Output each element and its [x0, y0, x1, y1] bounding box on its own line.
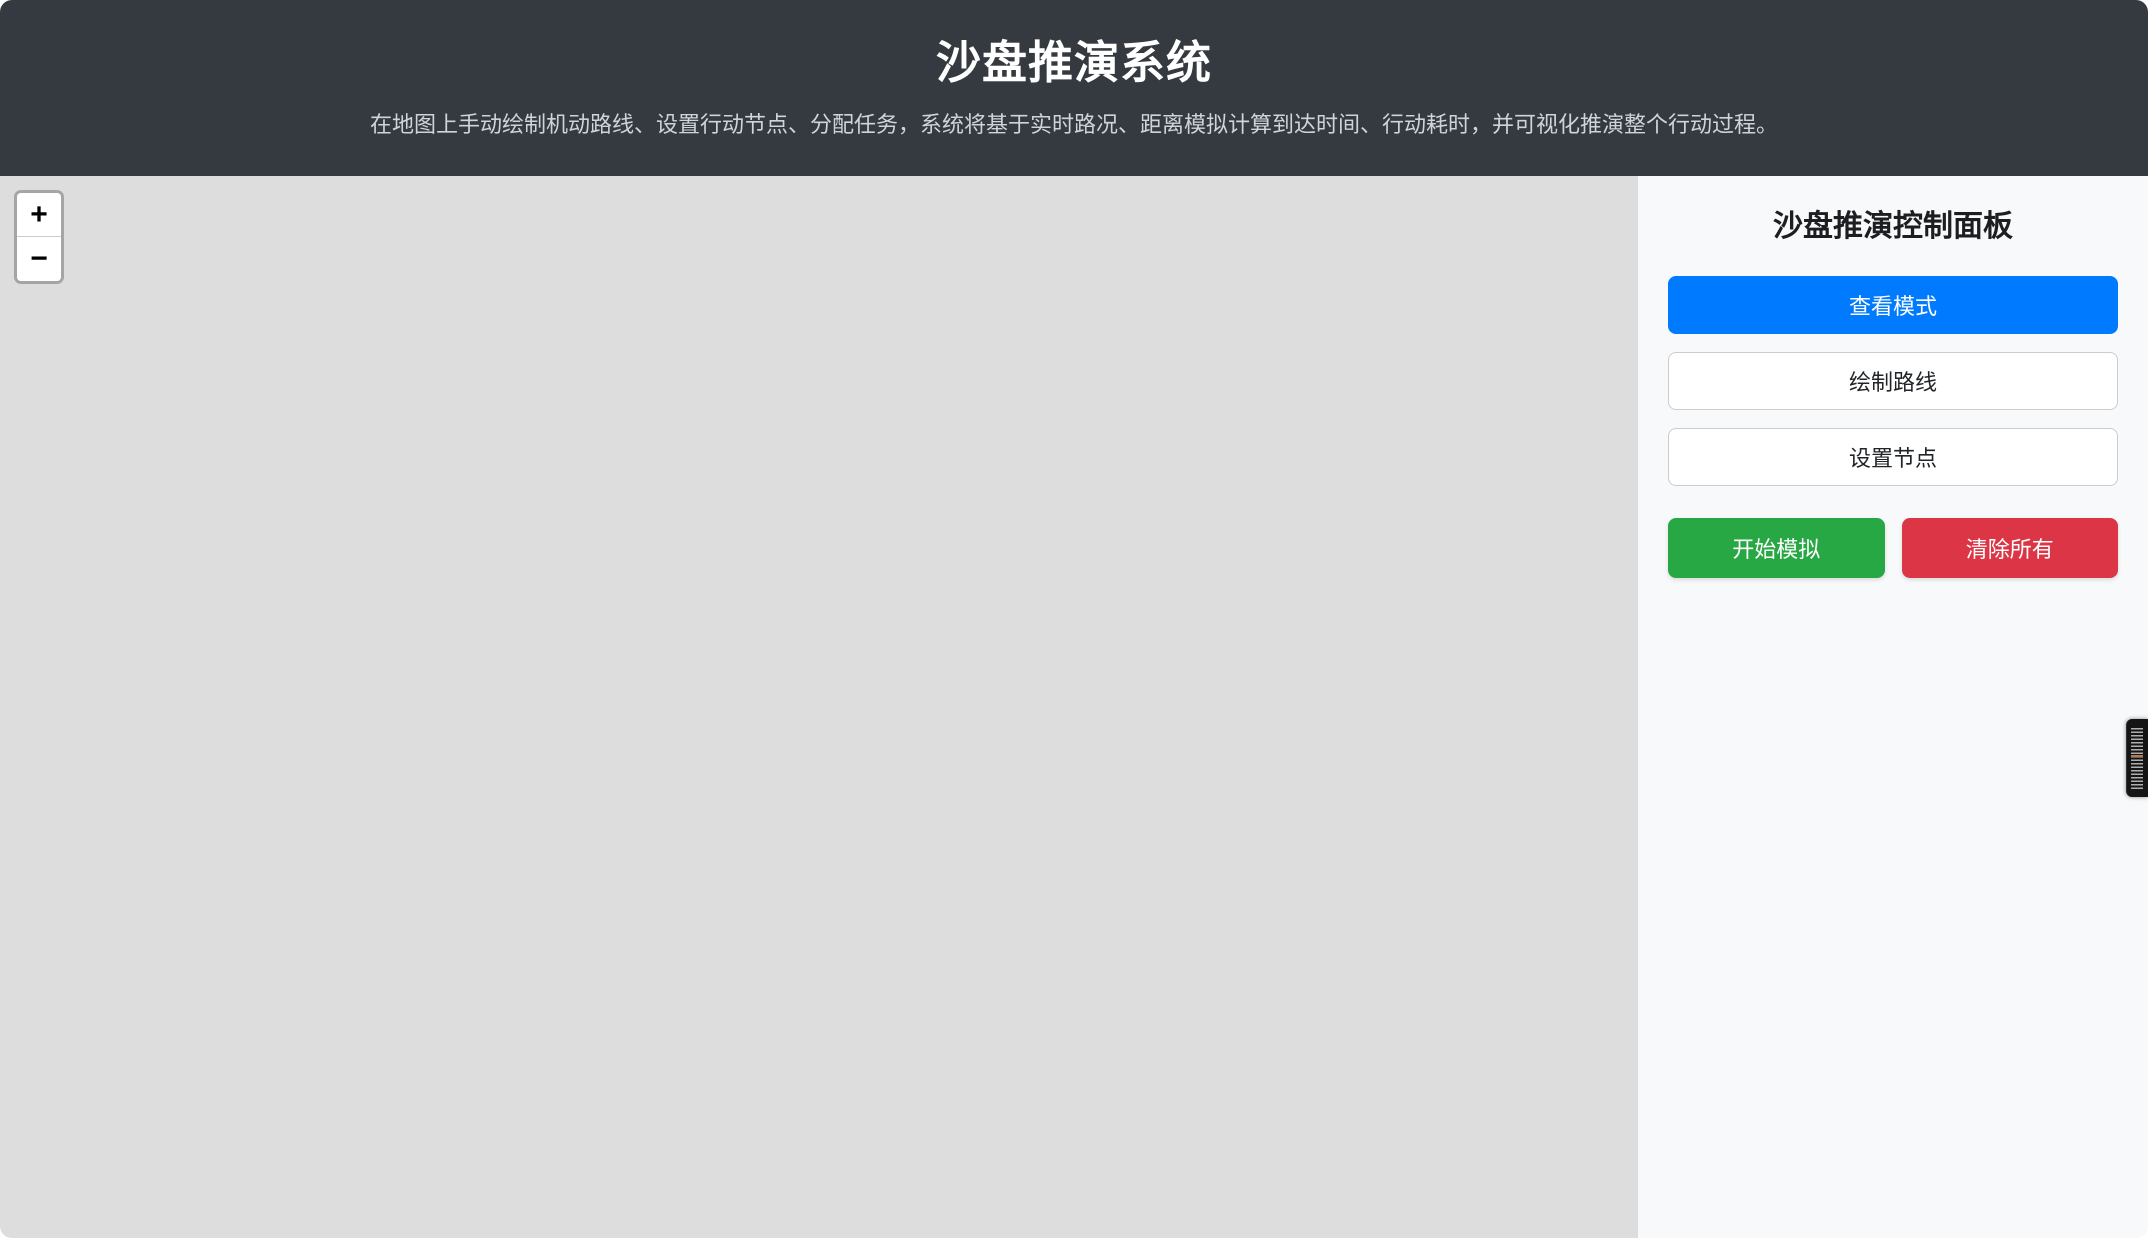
draw-route-button[interactable]: 绘制路线 [1668, 352, 2118, 410]
panel-title: 沙盘推演控制面板 [1773, 210, 2013, 243]
zoom-out-button[interactable]: − [17, 237, 61, 281]
ruler-accent-tick-icon [2131, 755, 2143, 757]
start-simulation-button[interactable]: 开始模拟 [1668, 518, 1885, 578]
content-row: + − 沙盘推演控制面板 查看模式 绘制路线 设置节点 开始模拟 清除所有 [0, 176, 2148, 1238]
clear-all-button[interactable]: 清除所有 [1901, 518, 2118, 578]
ruler-ticks-icon [2131, 728, 2143, 790]
app-container: 沙盘推演系统 在地图上手动绘制机动路线、设置行动节点、分配任务，系统将基于实时路… [0, 0, 2148, 1238]
set-node-button[interactable]: 设置节点 [1668, 428, 2118, 486]
map-zoom-control: + − [14, 190, 64, 284]
map-canvas[interactable]: + − [0, 176, 1638, 1238]
action-button-row: 开始模拟 清除所有 [1668, 518, 2118, 578]
page-subtitle: 在地图上手动绘制机动路线、设置行动节点、分配任务，系统将基于实时路况、距离模拟计… [369, 112, 1778, 137]
view-mode-button[interactable]: 查看模式 [1668, 276, 2118, 334]
control-panel: 沙盘推演控制面板 查看模式 绘制路线 设置节点 开始模拟 清除所有 [1638, 176, 2148, 1238]
zoom-in-button[interactable]: + [17, 193, 61, 237]
page-title: 沙盘推演系统 [935, 37, 1212, 88]
ruler-widget[interactable] [2126, 719, 2148, 797]
app-header: 沙盘推演系统 在地图上手动绘制机动路线、设置行动节点、分配任务，系统将基于实时路… [0, 0, 2148, 176]
